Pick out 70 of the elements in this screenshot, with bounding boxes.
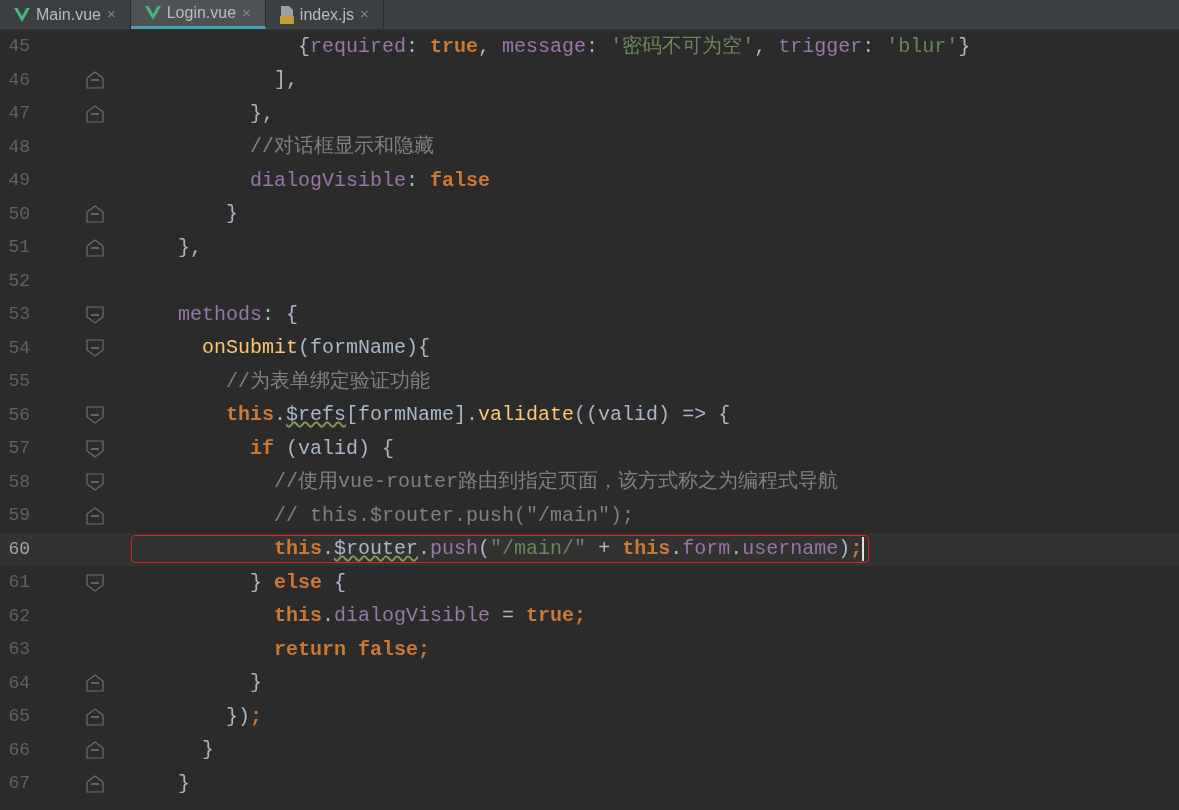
vue-icon	[14, 7, 30, 22]
vue-icon	[144, 6, 161, 20]
js-file-icon	[279, 5, 294, 24]
fold-collapse-icon[interactable]	[86, 573, 104, 592]
code-line: onSubmit(formName){	[201, 335, 431, 362]
line-number: 55	[7, 370, 30, 394]
editor-tab[interactable]: index.js ×	[265, 0, 384, 29]
line-number: 65	[7, 705, 30, 729]
code-line: if (valid) {	[249, 435, 395, 462]
fold-collapse-icon[interactable]	[86, 439, 104, 458]
line-number: 54	[7, 336, 30, 360]
code-line: },	[249, 100, 275, 127]
text-cursor	[862, 536, 865, 561]
fold-collapse-icon[interactable]	[86, 406, 104, 425]
line-number: 57	[7, 437, 30, 461]
fold-expand-icon[interactable]	[86, 205, 104, 224]
fold-collapse-icon[interactable]	[86, 305, 104, 324]
line-number: 63	[7, 638, 30, 662]
line-number: 46	[7, 68, 30, 92]
line-number: 66	[7, 738, 30, 762]
code-line: }	[225, 201, 238, 228]
fold-collapse-icon[interactable]	[86, 473, 104, 492]
line-number: 58	[7, 470, 30, 494]
code-line: // this.$router.push("/main");	[273, 502, 635, 529]
fold-expand-icon[interactable]	[86, 741, 104, 760]
fold-expand-icon[interactable]	[86, 238, 104, 257]
line-number: 59	[7, 504, 30, 528]
line-number: 45	[7, 35, 30, 59]
code-line: dialogVisible: false	[249, 167, 491, 194]
code-line: }	[177, 770, 190, 797]
code-line: //使用vue-router路由到指定页面，该方式称之为编程式导航	[273, 469, 839, 496]
close-icon[interactable]: ×	[242, 1, 251, 25]
fold-expand-icon[interactable]	[86, 774, 104, 793]
line-number: 53	[7, 303, 30, 327]
close-icon[interactable]: ×	[360, 3, 369, 26]
fold-collapse-icon[interactable]	[86, 339, 104, 358]
code-line: }	[249, 670, 263, 697]
code-line: },	[177, 234, 202, 261]
code-line: ],	[273, 67, 299, 94]
code-line: this.$router.push("/main/" + this.form.username);	[132, 536, 869, 563]
line-number: 50	[7, 202, 30, 226]
code-line: {required: true, message: '密码不可为空', trigger: 'blur'}	[297, 33, 971, 60]
fold-expand-icon[interactable]	[86, 71, 104, 90]
code-line: }	[201, 737, 214, 764]
line-number: 61	[7, 571, 30, 595]
fold-expand-icon[interactable]	[86, 707, 104, 726]
editor-tab[interactable]: Main.vue ×	[0, 0, 131, 29]
line-number: 47	[7, 102, 30, 126]
line-number: 49	[7, 169, 30, 193]
code-line: //为表单绑定验证功能	[225, 368, 430, 395]
fold-expand-icon[interactable]	[86, 506, 104, 525]
code-line: this.$refs[formName].validate((valid) => {	[225, 402, 731, 429]
line-number: 56	[7, 403, 30, 427]
editor-tab[interactable]: Login.vue ×	[130, 0, 266, 29]
line-number: 67	[7, 772, 30, 796]
line-number: 60	[7, 537, 30, 561]
line-number: 52	[7, 269, 30, 293]
code-line: } else {	[249, 569, 347, 596]
code-line: //对话框显示和隐藏	[249, 134, 435, 161]
line-number: 48	[7, 135, 30, 159]
code-line: return false;	[273, 636, 431, 663]
fold-expand-icon[interactable]	[86, 674, 104, 693]
line-number: 62	[7, 604, 30, 628]
fold-expand-icon[interactable]	[86, 104, 104, 123]
code-line: methods: {	[177, 301, 299, 328]
line-number: 64	[7, 671, 30, 695]
code-line: });	[225, 703, 263, 730]
close-icon[interactable]: ×	[106, 3, 116, 26]
line-number: 51	[7, 236, 30, 260]
code-line: this.dialogVisible = true;	[273, 603, 587, 630]
